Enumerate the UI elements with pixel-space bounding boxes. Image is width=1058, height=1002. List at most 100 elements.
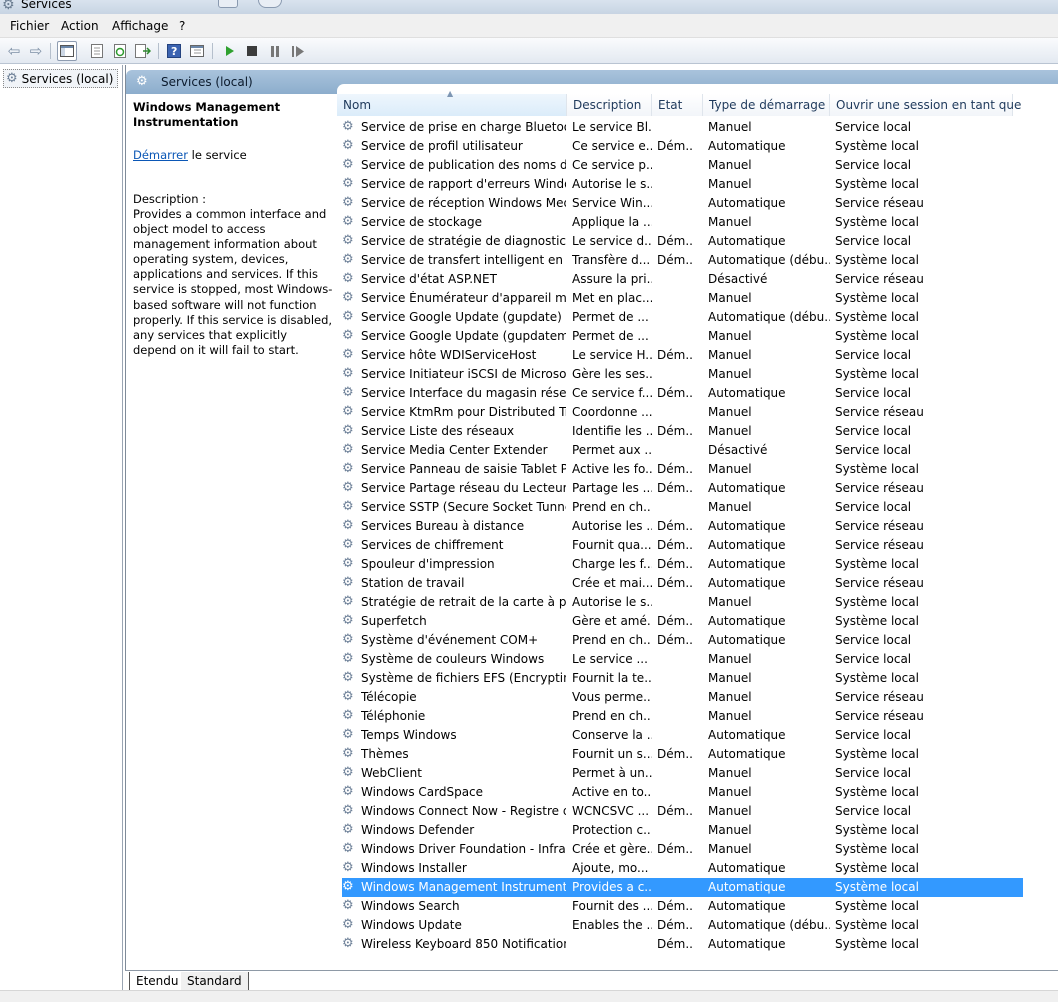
menu-help[interactable]: ? <box>179 19 185 33</box>
service-row[interactable]: ⚙ Service Google Update (gupdatem) Permet … <box>342 327 1023 346</box>
service-row[interactable]: ⚙ Service SSTP (Secure Socket Tunneli... P… <box>342 498 1023 517</box>
console-tree-icon[interactable] <box>57 41 77 61</box>
service-row[interactable]: ⚙ Système de couleurs Windows Le service .… <box>342 650 1023 669</box>
view-icon[interactable] <box>187 41 207 61</box>
forward-icon[interactable]: ⇨ <box>26 41 46 61</box>
service-row[interactable]: ⚙ Windows Search Fournit des ... Dém... Auto… <box>342 897 1023 916</box>
service-row[interactable]: ⚙ Téléphonie Prend en ch... Manuel Service r… <box>342 707 1023 726</box>
menu-affichage[interactable]: Affichage <box>112 19 168 33</box>
service-gear-icon: ⚙ <box>342 917 354 932</box>
service-description: Conserve la ... <box>572 728 652 742</box>
service-row[interactable]: ⚙ Service Interface du magasin réseau Ce s… <box>342 384 1023 403</box>
service-row[interactable]: ⚙ Thèmes Fournit un s... Dém... Automatique S… <box>342 745 1023 764</box>
service-row[interactable]: ⚙ Service de publication des noms d'or...… <box>342 156 1023 175</box>
service-description: Transfère d... <box>572 253 651 267</box>
column-header-name[interactable]: ▲ Nom <box>337 89 567 116</box>
service-row[interactable]: ⚙ Service Partage réseau du Lecteur Wi...… <box>342 479 1023 498</box>
service-row[interactable]: ⚙ Station de travail Crée et mai... Dém... A… <box>342 574 1023 593</box>
service-row[interactable]: ⚙ Service hôte WDIServiceHost Le service H… <box>342 346 1023 365</box>
service-name: Service Énumérateur d'appareil mobile <box>361 291 566 305</box>
tree-item-services-local[interactable]: ⚙ Services (local) <box>3 69 119 88</box>
service-row[interactable]: ⚙ Service de rapport d'erreurs Windows Aut… <box>342 175 1023 194</box>
service-row[interactable]: ⚙ Stratégie de retrait de la carte à puce… <box>342 593 1023 612</box>
help-icon[interactable]: ? <box>164 41 184 61</box>
service-row[interactable]: ⚙ Service Initiateur iSCSI de Microsoft Gè… <box>342 365 1023 384</box>
service-row[interactable]: ⚙ Service de réception Windows Media... Se… <box>342 194 1023 213</box>
service-row[interactable]: ⚙ Service de stratégie de diagnostic Le se… <box>342 232 1023 251</box>
service-name: Windows CardSpace <box>361 785 484 799</box>
service-row[interactable]: ⚙ Services de chiffrement Fournit qua... Dé… <box>342 536 1023 555</box>
stop-service-icon[interactable] <box>242 41 262 61</box>
tab-standard[interactable]: Standard <box>181 972 249 991</box>
service-name: Système de fichiers EFS (Encrypting ... <box>361 671 566 685</box>
column-header-startup-type[interactable]: Type de démarrage <box>703 94 830 116</box>
refresh-icon[interactable] <box>110 41 130 61</box>
service-row[interactable]: ⚙ Service KtmRm pour Distributed Tra... Co… <box>342 403 1023 422</box>
service-startup-type: Manuel <box>708 671 752 685</box>
start-service-icon[interactable] <box>220 41 240 61</box>
service-row[interactable]: ⚙ Télécopie Vous perme... Manuel Service rés… <box>342 688 1023 707</box>
service-row[interactable]: ⚙ Système de fichiers EFS (Encrypting ...… <box>342 669 1023 688</box>
resume-service-icon[interactable] <box>288 41 308 61</box>
window-control-button[interactable] <box>218 0 238 8</box>
service-row[interactable]: ⚙ Windows Driver Foundation - Infrast... C… <box>342 840 1023 859</box>
tab-extended[interactable]: Etendu <box>129 972 186 991</box>
service-startup-type: Manuel <box>708 291 752 305</box>
service-name: Service de transfert intelligent en arri… <box>361 253 566 267</box>
service-row[interactable]: ⚙ Service Panneau de saisie Tablet PC Acti… <box>342 460 1023 479</box>
column-header-description[interactable]: Description <box>567 94 652 116</box>
pause-service-icon[interactable] <box>265 41 285 61</box>
service-row[interactable]: ⚙ Système d'événement COM+ Prend en ch... D… <box>342 631 1023 650</box>
service-startup-type: Automatique <box>708 937 786 951</box>
service-row[interactable]: ⚙ Service de transfert intelligent en arr… <box>342 251 1023 270</box>
service-name: Stratégie de retrait de la carte à puce <box>361 595 566 609</box>
column-header-logon[interactable]: Ouvrir une session en tant que <box>830 94 1021 116</box>
service-description: Prend en ch... <box>572 709 652 723</box>
service-row[interactable]: ⚙ Temps Windows Conserve la ... Automatique… <box>342 726 1023 745</box>
service-startup-type: Automatique (débu... <box>708 310 830 324</box>
service-row[interactable]: ⚙ Service de stockage Applique la ... Manue… <box>342 213 1023 232</box>
column-header-state[interactable]: Etat <box>652 94 703 116</box>
service-description: Service Win... <box>572 196 652 210</box>
service-row[interactable]: ⚙ Spouleur d'impression Charge les f... Dém… <box>342 555 1023 574</box>
service-row[interactable]: ⚙ WebClient Permet à un... Manuel Service lo… <box>342 764 1023 783</box>
service-row[interactable]: ⚙ Windows Installer Ajoute, mo... Automatiq… <box>342 859 1023 878</box>
service-row[interactable]: ⚙ Windows Defender Protection c... Manuel Sy… <box>342 821 1023 840</box>
service-row[interactable]: ⚙ Service Google Update (gupdate) Permet d… <box>342 308 1023 327</box>
service-name: Service Panneau de saisie Tablet PC <box>361 462 566 476</box>
service-description: Prend en ch... <box>572 633 652 647</box>
service-row[interactable]: ⚙ Windows Update Enables the ... Dém... Auto… <box>342 916 1023 935</box>
service-state: Dém... <box>657 842 693 856</box>
service-logon: Système local <box>835 177 919 191</box>
service-row[interactable]: ⚙ Windows Management Instrumentat... Provi… <box>342 878 1023 897</box>
service-description: Provides a c... <box>572 880 652 894</box>
service-row[interactable]: ⚙ Service Liste des réseaux Identifie les … <box>342 422 1023 441</box>
service-gear-icon: ⚙ <box>342 442 354 457</box>
service-state: Dém... <box>657 253 693 267</box>
menu-fichier[interactable]: Fichier <box>10 19 49 33</box>
start-service-link[interactable]: Démarrer <box>133 148 188 162</box>
service-row[interactable]: ⚙ Service Media Center Extender Permet aux… <box>342 441 1023 460</box>
window-orb-button[interactable] <box>258 0 282 8</box>
service-logon: Système local <box>835 557 919 571</box>
service-name: Télécopie <box>361 690 417 704</box>
export-icon[interactable] <box>133 41 153 61</box>
service-row[interactable]: ⚙ Service Énumérateur d'appareil mobile Me… <box>342 289 1023 308</box>
service-row[interactable]: ⚙ Service de prise en charge Bluetooth Le … <box>342 118 1023 137</box>
service-row[interactable]: ⚙ Windows CardSpace Active en to... Manuel S… <box>342 783 1023 802</box>
service-row[interactable]: ⚙ Windows Connect Now - Registre de... WCN… <box>342 802 1023 821</box>
service-row[interactable]: ⚙ Services Bureau à distance Autorise les … <box>342 517 1023 536</box>
service-logon: Service réseau <box>835 272 924 286</box>
properties-icon[interactable] <box>87 41 107 61</box>
menu-action[interactable]: Action <box>61 19 99 33</box>
service-gear-icon: ⚙ <box>342 157 354 172</box>
service-name: Services de chiffrement <box>361 538 504 552</box>
service-startup-type: Automatique <box>708 747 786 761</box>
back-icon[interactable]: ⇦ <box>4 41 24 61</box>
service-gear-icon: ⚙ <box>342 556 354 571</box>
service-row[interactable]: ⚙ Superfetch Gère et amé... Dém... Automatiq… <box>342 612 1023 631</box>
service-startup-type: Automatique <box>708 196 786 210</box>
service-row[interactable]: ⚙ Service d'état ASP.NET Assure la pri... D… <box>342 270 1023 289</box>
service-row[interactable]: ⚙ Service de profil utilisateur Ce service… <box>342 137 1023 156</box>
service-row[interactable]: ⚙ Wireless Keyboard 850 Notification S...… <box>342 935 1023 954</box>
